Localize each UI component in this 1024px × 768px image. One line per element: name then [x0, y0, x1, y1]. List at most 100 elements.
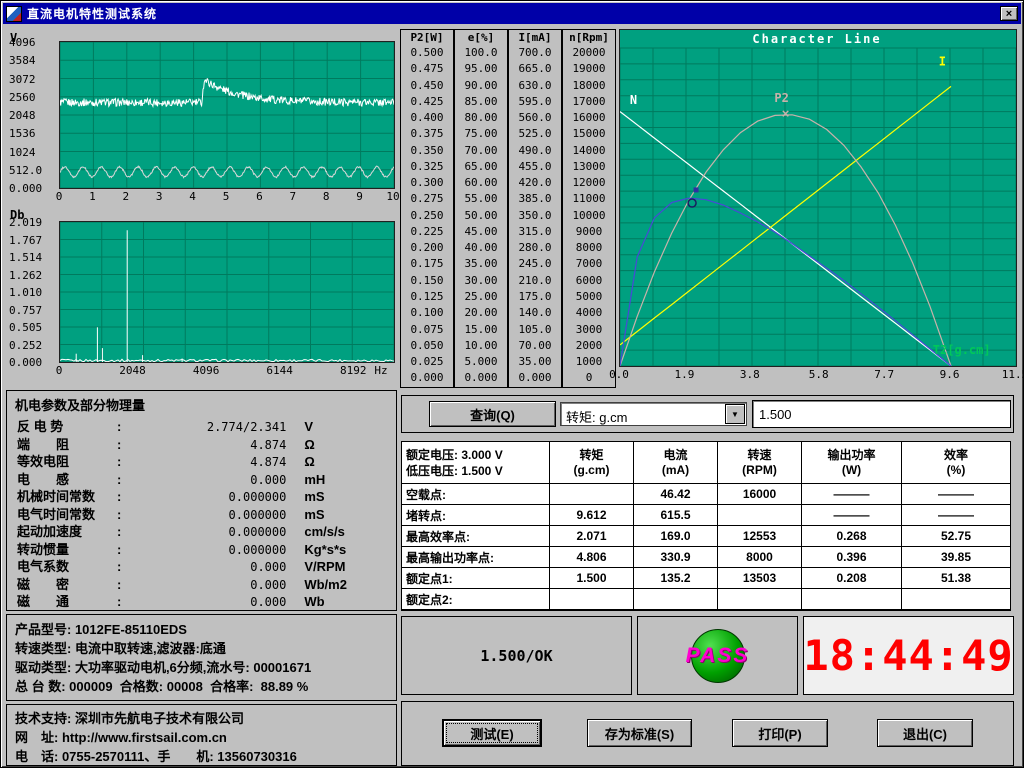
pass-label: PASS: [686, 644, 750, 668]
scale-value: 5.000: [455, 355, 507, 371]
parameter-unit: Ω: [304, 454, 314, 469]
action-bar: 测试(E) 存为标准(S) 打印(P) 退出(C): [401, 701, 1014, 766]
axis-tick-label: 1.010: [9, 286, 42, 299]
scale-value: 0.275: [401, 192, 453, 208]
scale-value: 0.225: [401, 225, 453, 241]
parameter-row: 起动加速度:0.000000cm/s/s: [7, 521, 396, 539]
axis-tick-label: 2048: [119, 364, 146, 377]
parameter-unit: Wb/m2: [304, 577, 347, 592]
scale-value: 0.375: [401, 127, 453, 143]
parameters-title: 机电参数及部分物理量: [7, 391, 396, 416]
table-row-label: 堵转点:: [402, 505, 550, 526]
table-cell: [802, 589, 902, 610]
parameter-unit: mH: [304, 472, 325, 487]
parameter-value: 4.874: [121, 455, 286, 469]
table-cell: 1.500: [550, 568, 634, 589]
table-cell: [550, 484, 634, 505]
parameter-row: 磁 通:0.000Wb: [7, 591, 396, 609]
scale-value: 0.200: [401, 241, 453, 257]
table-cell: 39.85: [902, 547, 1010, 568]
exit-button[interactable]: 退出(C): [877, 719, 973, 747]
scale-column-p2: P2[W] 0.5000.4750.4500.4250.4000.3750.35…: [400, 29, 454, 388]
parameter-value: 0.000: [121, 578, 286, 592]
scale-value: 30.00: [455, 274, 507, 290]
app-window: 直流电机特性测试系统 × V 4096358430722560204815361…: [0, 0, 1024, 768]
scale-value: 700.0: [509, 46, 561, 62]
parameter-row: 电 感:0.000mH: [7, 469, 396, 487]
parameter-row: 等效电阻:4.874Ω: [7, 451, 396, 469]
window-title: 直流电机特性测试系统: [27, 5, 157, 22]
save-standard-button[interactable]: 存为标准(S): [587, 719, 692, 747]
axis-tick-label: 5: [223, 190, 230, 203]
table-cell: 52.75: [902, 526, 1010, 547]
support-info-panel: 技术支持: 深圳市先航电子技术有限公司网 址: http://www.first…: [6, 704, 397, 766]
axis-tick-label: 1.514: [9, 251, 42, 264]
scale-value: 0.000: [509, 371, 561, 387]
scale-value: 50.00: [455, 209, 507, 225]
scope1-y-axis: 4096358430722560204815361024512.00.000: [1, 41, 55, 187]
table-cell: 0.268: [802, 526, 902, 547]
table-cell: 135.2: [634, 568, 718, 589]
print-button[interactable]: 打印(P): [732, 719, 828, 747]
axis-tick-label: 0.000: [9, 182, 42, 195]
table-column-header: 效率(%): [902, 442, 1010, 484]
product-info-line: 转速类型: 电流中取转速,滤波器:底通: [15, 639, 388, 658]
axis-tick-label: 3: [156, 190, 163, 203]
voltage-waveform-plot: [59, 41, 395, 189]
scale-value: 90.00: [455, 79, 507, 95]
test-button[interactable]: 测试(E): [442, 719, 542, 747]
scale-value: 0.250: [401, 209, 453, 225]
scale-value: 0.050: [401, 339, 453, 355]
axis-tick-label: 1024: [9, 146, 36, 159]
scale-value: 5000: [563, 290, 615, 306]
scale-value: 14000: [563, 144, 615, 160]
axis-tick-label: 9.6: [940, 368, 960, 381]
torque-unit-value: 转矩: g.cm: [566, 407, 627, 426]
parameter-value: 0.000: [121, 560, 286, 574]
scale-value: 40.00: [455, 241, 507, 257]
axis-tick-label: 4096: [193, 364, 220, 377]
close-button[interactable]: ×: [1000, 6, 1018, 21]
parameter-value: 2.774/2.341: [121, 420, 286, 434]
table-cell: ———: [902, 505, 1010, 526]
table-cell: 46.42: [634, 484, 718, 505]
scale-value: 315.0: [509, 225, 561, 241]
torque-value-input[interactable]: [752, 400, 1011, 428]
scale-value: 18000: [563, 79, 615, 95]
parameter-unit: V/RPM: [304, 559, 345, 574]
scale-value: 0.025: [401, 355, 453, 371]
parameter-value: 0.000000: [121, 508, 286, 522]
scope2-x-axis: 02048409661448192Hz: [59, 364, 393, 377]
axis-tick-label: 8: [323, 190, 330, 203]
scale-value: 420.0: [509, 176, 561, 192]
scale-value: 55.00: [455, 192, 507, 208]
scale-value: 13000: [563, 160, 615, 176]
scale-value: 35.00: [509, 355, 561, 371]
axis-tick-label: 1536: [9, 127, 36, 140]
axis-tick-label: 2: [122, 190, 129, 203]
parameter-value: 0.000: [121, 473, 286, 487]
scale-value: 7000: [563, 257, 615, 273]
parameter-value: 4.874: [121, 438, 286, 452]
scale-value: 16000: [563, 111, 615, 127]
scale-value: 4000: [563, 306, 615, 322]
table-cell: 51.38: [902, 568, 1010, 589]
dropdown-arrow-icon[interactable]: ▼: [725, 404, 745, 424]
scale-values-i: 700.0665.0630.0595.0560.0525.0490.0455.0…: [509, 46, 561, 388]
table-cell: 0.208: [802, 568, 902, 589]
scale-value: 385.0: [509, 192, 561, 208]
table-cell: [902, 589, 1010, 610]
query-button[interactable]: 查询(Q): [429, 401, 556, 427]
scale-value: 0.350: [401, 144, 453, 160]
product-info-panel: 产品型号: 1012FE-85110EDS转速类型: 电流中取转速,滤波器:底通…: [6, 614, 397, 701]
scale-value: 0.000: [455, 371, 507, 387]
support-info-line: 技术支持: 深圳市先航电子技术有限公司: [15, 709, 388, 728]
scale-value: 0.450: [401, 79, 453, 95]
table-row-label: 最高效率点:: [402, 526, 550, 547]
table-cell: ———: [802, 484, 902, 505]
torque-unit-select[interactable]: 转矩: g.cm ▼: [560, 402, 747, 426]
clock-box: 18:44:49: [803, 616, 1014, 695]
table-cell: 615.5: [634, 505, 718, 526]
scale-value: 0.475: [401, 62, 453, 78]
table-column-header: 电流(mA): [634, 442, 718, 484]
